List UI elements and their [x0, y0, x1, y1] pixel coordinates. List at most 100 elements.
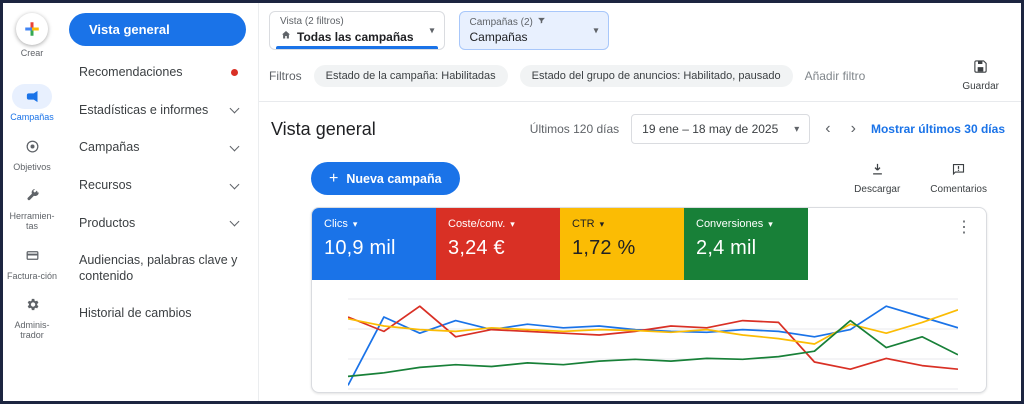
caret-down-icon: ▾ — [599, 218, 605, 229]
actions-row: + Nueva campaña Descargar Comentarios — [259, 150, 1021, 205]
download-icon — [870, 162, 885, 182]
nav-label: Campañas — [79, 140, 140, 155]
metric-tile-conversions[interactable]: Conversiones ▾ 2,4 mil — [684, 208, 808, 280]
rail-item-billing[interactable]: Factura-ción — [7, 243, 57, 281]
range-hint: Últimos 120 días — [529, 122, 620, 136]
download-label: Descargar — [854, 184, 901, 195]
rail-item-label: Adminis-trador — [14, 320, 50, 341]
save-button[interactable]: Guardar — [962, 59, 1007, 92]
page-title: Vista general — [271, 118, 376, 139]
plus-icon: + — [329, 169, 339, 187]
new-campaign-button[interactable]: + Nueva campaña — [311, 162, 460, 195]
chevron-down-icon — [229, 141, 240, 152]
view-selector-value: Todas las campañas — [297, 29, 414, 44]
nav-label: Productos — [79, 215, 136, 230]
goals-icon — [12, 134, 52, 159]
nav-label: Recursos — [79, 177, 132, 192]
metric-value: 1,72 % — [572, 237, 636, 259]
active-view-underline — [276, 46, 438, 49]
chart-area — [312, 280, 986, 392]
chevron-down-icon — [229, 179, 240, 190]
notification-dot — [231, 69, 238, 77]
overview-chart — [348, 298, 958, 390]
create-label: Crear — [20, 48, 44, 58]
filter-bar: Filtros Estado de la campaña: Habilitada… — [259, 55, 1021, 102]
show-last-30-days-link[interactable]: Mostrar últimos 30 días — [871, 122, 1005, 136]
filter-chip-campaign-status[interactable]: Estado de la campaña: Habilitadas — [313, 64, 508, 87]
view-selector-label: Vista (2 filtros) — [280, 16, 344, 27]
multicolor-plus-icon — [16, 13, 48, 45]
rail-item-campaigns[interactable]: Campañas — [10, 84, 54, 122]
metric-label: Clics — [324, 218, 348, 230]
metric-label: CTR — [572, 218, 595, 230]
filters-label: Filtros — [269, 68, 302, 83]
save-icon — [973, 59, 988, 79]
sidenav-item-campaigns[interactable]: Campañas — [69, 129, 246, 167]
metric-tile-cost-per-conv[interactable]: Coste/conv. ▾ 3,24 € — [436, 208, 560, 280]
nav-label: Estadísticas e informes — [79, 102, 209, 117]
rail-item-label: Herramien-tas — [9, 211, 55, 232]
rail-item-goals[interactable]: Objetivos — [12, 134, 52, 172]
page-header: Vista general Últimos 120 días 19 ene – … — [259, 102, 1021, 150]
nav-label: Recomendaciones — [79, 65, 183, 79]
gear-icon — [12, 292, 52, 317]
metric-tile-ctr[interactable]: CTR ▾ 1,72 % — [560, 208, 684, 280]
nav-label: Audiencias, palabras clave y contenido — [79, 253, 238, 283]
overview-chart-card: Clics ▾ 10,9 mil Coste/conv. ▾ 3,24 € CTR ▾… — [311, 207, 987, 393]
app-rail: Crear Campañas Objetivos Herramien-tas F… — [3, 3, 61, 401]
caret-down-icon: ▾ — [794, 123, 800, 135]
scope-selectors: Vista (2 filtros) Todas las campañas ▾ C… — [259, 3, 1021, 55]
sidenav-item-assets[interactable]: Recursos — [69, 167, 246, 205]
campaign-selector-value: Campañas — [469, 30, 528, 44]
previous-period-button[interactable]: ‹ — [820, 121, 835, 137]
filter-funnel-icon — [537, 16, 546, 28]
rail-item-admin[interactable]: Adminis-trador — [6, 292, 58, 341]
date-range-value: 19 ene – 18 may de 2025 — [642, 122, 779, 136]
metric-value: 2,4 mil — [696, 237, 757, 259]
wrench-icon — [12, 183, 52, 208]
next-period-button[interactable]: › — [846, 121, 861, 137]
sidenav-item-insights-reports[interactable]: Estadísticas e informes — [69, 92, 246, 130]
chevron-down-icon — [229, 103, 240, 114]
caret-down-icon: ▾ — [429, 25, 435, 36]
rail-item-tools[interactable]: Herramien-tas — [6, 183, 58, 232]
view-selector[interactable]: Vista (2 filtros) Todas las campañas ▾ — [269, 11, 445, 50]
sidenav-item-change-history[interactable]: Historial de cambios — [69, 295, 246, 333]
save-label: Guardar — [962, 81, 999, 92]
new-campaign-label: Nueva campaña — [346, 171, 442, 186]
rail-item-label: Objetivos — [13, 161, 51, 172]
date-range-picker[interactable]: 19 ene – 18 may de 2025 ▾ — [631, 114, 811, 144]
sidenav-item-audiences[interactable]: Audiencias, palabras clave y contenido — [69, 242, 246, 295]
filter-chip-adgroup-status[interactable]: Estado del grupo de anuncios: Habilitado… — [519, 64, 793, 87]
campaign-selector[interactable]: Campañas (2) Campañas ▾ — [458, 11, 609, 50]
sidenav-item-overview[interactable]: Vista general — [69, 13, 246, 46]
feedback-icon — [951, 162, 966, 182]
sidenav-item-recommendations[interactable]: Recomendaciones — [69, 54, 246, 92]
download-button[interactable]: Descargar — [854, 162, 900, 195]
home-icon — [280, 29, 292, 44]
rail-item-label: Campañas — [10, 112, 54, 123]
billing-card-icon — [12, 243, 52, 268]
nav-label: Historial de cambios — [79, 306, 192, 321]
more-options-button[interactable]: ⋮ — [956, 220, 972, 236]
metric-label: Coste/conv. — [448, 218, 506, 230]
create-button[interactable]: Crear — [16, 13, 48, 58]
caret-down-icon: ▾ — [593, 25, 599, 36]
metric-value: 10,9 mil — [324, 237, 396, 259]
overview-label: Vista general — [89, 22, 170, 37]
metric-value: 3,24 € — [448, 237, 505, 259]
metric-tiles: Clics ▾ 10,9 mil Coste/conv. ▾ 3,24 € CTR ▾… — [312, 208, 986, 280]
sidenav: Vista general Recomendaciones Estadístic… — [61, 3, 259, 401]
chevron-down-icon — [229, 216, 240, 227]
rail-item-label: Factura-ción — [6, 270, 58, 281]
add-filter-button[interactable]: Añadir filtro — [805, 69, 866, 83]
metric-tile-clicks[interactable]: Clics ▾ 10,9 mil — [312, 208, 436, 280]
comments-label: Comentarios — [930, 184, 987, 195]
sidenav-item-products[interactable]: Productos — [69, 205, 246, 243]
comments-button[interactable]: Comentarios — [930, 162, 987, 195]
campaigns-icon — [12, 84, 52, 110]
caret-down-icon: ▾ — [510, 218, 515, 229]
metric-label: Conversiones — [696, 218, 764, 230]
campaign-selector-label: Campañas (2) — [469, 16, 533, 28]
caret-down-icon: ▾ — [352, 218, 358, 229]
